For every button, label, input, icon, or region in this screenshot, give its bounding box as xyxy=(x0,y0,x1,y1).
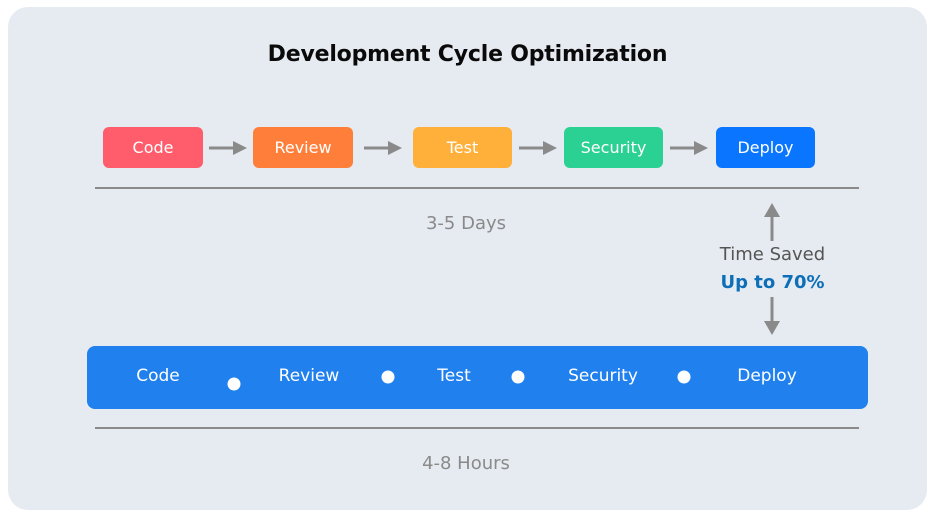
optimized-step-deploy: Deploy xyxy=(737,366,797,386)
optimized-step-review: Review xyxy=(278,366,340,386)
arrow-right-icon xyxy=(519,141,557,155)
arrow-right-icon xyxy=(364,141,402,155)
traditional-duration: 3-5 Days xyxy=(425,213,507,234)
diagram-title: Development Cycle Optimization xyxy=(267,42,668,67)
arrow-down-icon xyxy=(764,297,780,335)
arrow-up-icon xyxy=(764,203,780,241)
optimized-step-security: Security xyxy=(568,366,638,386)
optimized-step-test: Test xyxy=(437,366,471,386)
step-review: Review xyxy=(253,127,353,168)
step-separator-dot xyxy=(677,370,691,384)
time-saved-value: Up to 70% xyxy=(720,272,825,293)
step-separator-dot xyxy=(511,370,525,384)
step-label: Security xyxy=(580,138,647,157)
step-code: Code xyxy=(103,127,203,168)
optimized-duration: 4-8 Hours xyxy=(422,453,510,474)
time-saved-label: Time Saved xyxy=(719,244,826,265)
step-deploy: Deploy xyxy=(716,127,815,168)
step-label: Review xyxy=(274,138,332,157)
arrow-right-icon xyxy=(209,141,247,155)
step-test: Test xyxy=(413,127,512,168)
step-label: Test xyxy=(446,138,479,157)
optimized-divider xyxy=(95,427,859,429)
optimized-step-code: Code xyxy=(136,366,180,386)
step-label: Code xyxy=(132,138,174,157)
arrow-right-icon xyxy=(670,141,708,155)
traditional-divider xyxy=(95,187,859,189)
step-label: Deploy xyxy=(737,138,794,157)
step-separator-dot xyxy=(227,377,241,391)
step-separator-dot xyxy=(381,370,395,384)
step-security: Security xyxy=(564,127,663,168)
